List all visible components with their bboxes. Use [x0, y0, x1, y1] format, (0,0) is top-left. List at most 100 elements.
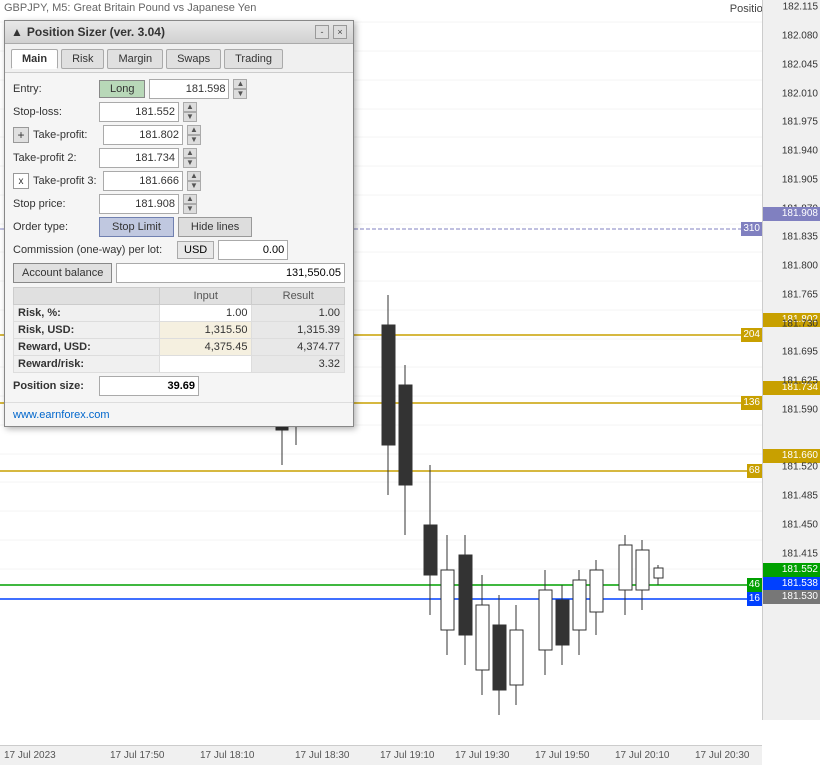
price-label-16: 181.520	[782, 462, 818, 473]
take-profit-up[interactable]: ▲	[187, 125, 201, 135]
tab-margin[interactable]: Margin	[107, 49, 163, 69]
position-sizer-panel: ▲ Position Sizer (ver. 3.04) - × Main Ri…	[4, 20, 354, 427]
price-badge-68: 68	[747, 464, 762, 478]
tab-risk[interactable]: Risk	[61, 49, 104, 69]
account-balance-button[interactable]: Account balance	[13, 263, 112, 283]
price-label-15: 181.590	[782, 405, 818, 416]
take-profit3-down[interactable]: ▼	[187, 181, 201, 191]
time-label-2: 17 Jul 17:50	[110, 750, 165, 761]
entry-down[interactable]: ▼	[233, 89, 247, 99]
take-profit2-up[interactable]: ▲	[183, 148, 197, 158]
reward-risk-input	[159, 356, 252, 373]
take-profit3-input[interactable]	[103, 171, 183, 191]
hide-lines-button[interactable]: Hide lines	[178, 217, 252, 237]
time-label-6: 17 Jul 19:30	[455, 750, 510, 761]
price-label-11: 181.765	[782, 290, 818, 301]
stop-loss-down[interactable]: ▼	[183, 112, 197, 122]
price-label-17: 181.485	[782, 491, 818, 502]
risk-table: Input Result Risk, %: 1.00 1.00 Risk, US…	[13, 287, 345, 373]
take-profit3-stepper: ▲ ▼	[187, 171, 201, 191]
reward-usd-label: Reward, USD:	[14, 339, 160, 356]
price-badge-308: 310	[741, 222, 762, 236]
table-row-risk-pct: Risk, %: 1.00 1.00	[14, 305, 345, 322]
account-balance-input[interactable]	[116, 263, 345, 283]
take-profit-stepper: ▲ ▼	[187, 125, 201, 145]
time-label-4: 17 Jul 18:30	[295, 750, 350, 761]
highlight-181538: 181.538	[763, 577, 820, 591]
position-size-row: Position size:	[13, 376, 345, 396]
close-button[interactable]: ×	[333, 25, 347, 39]
order-type-row: Order type: Stop Limit Hide lines	[13, 217, 345, 237]
take-profit3-label: Take-profit 3:	[33, 175, 99, 187]
time-axis: 17 Jul 2023 17 Jul 17:50 17 Jul 18:10 17…	[0, 745, 762, 765]
entry-up[interactable]: ▲	[233, 79, 247, 89]
stop-limit-button[interactable]: Stop Limit	[99, 217, 174, 237]
table-row-risk-usd: Risk, USD: 1,315.50 1,315.39	[14, 322, 345, 339]
price-badge-46: 46	[747, 578, 762, 592]
highlight-181808: 181.908	[763, 207, 820, 221]
take-profit-row: + Take-profit: ▲ ▼	[13, 125, 345, 145]
panel-footer: www.earnforex.com	[5, 402, 353, 426]
table-header-result: Result	[252, 288, 345, 305]
take-profit-down[interactable]: ▼	[187, 135, 201, 145]
position-size-label: Position size:	[13, 380, 95, 392]
long-button[interactable]: Long	[99, 80, 145, 98]
stop-price-down[interactable]: ▼	[183, 204, 197, 214]
position-size-input[interactable]	[99, 376, 199, 396]
stop-loss-row: Stop-loss: ▲ ▼	[13, 102, 345, 122]
take-profit2-input[interactable]	[99, 148, 179, 168]
take-profit2-stepper: ▲ ▼	[183, 148, 197, 168]
time-label-3: 17 Jul 18:10	[200, 750, 255, 761]
stop-price-input[interactable]	[99, 194, 179, 214]
entry-input[interactable]	[149, 79, 229, 99]
take-profit2-label: Take-profit 2:	[13, 152, 95, 164]
stop-price-row: Stop price: ▲ ▼	[13, 194, 345, 214]
order-type-label: Order type:	[13, 221, 95, 233]
risk-usd-label: Risk, USD:	[14, 322, 160, 339]
take-profit-label: Take-profit:	[33, 129, 99, 141]
price-label-14: 181.625	[782, 376, 818, 387]
take-profit3-row: x Take-profit 3: ▲ ▼	[13, 171, 345, 191]
price-label-3: 182.045	[782, 60, 818, 71]
table-row-reward-risk: Reward/risk: 3.32	[14, 356, 345, 373]
price-badge-204: 204	[741, 328, 762, 342]
earnforex-link[interactable]: www.earnforex.com	[13, 409, 110, 421]
risk-pct-label: Risk, %:	[14, 305, 160, 322]
price-label-1: 182.115	[783, 2, 818, 13]
stop-loss-stepper: ▲ ▼	[183, 102, 197, 122]
price-label-9: 181.835	[782, 232, 818, 243]
price-label-4: 182.010	[782, 89, 818, 100]
table-header-label	[14, 288, 160, 305]
take-profit3-up[interactable]: ▲	[187, 171, 201, 181]
take-profit-input[interactable]	[103, 125, 183, 145]
table-header-input: Input	[159, 288, 252, 305]
entry-row: Entry: Long ▲ ▼	[13, 79, 345, 99]
take-profit2-row: Take-profit 2: ▲ ▼	[13, 148, 345, 168]
price-axis: 182.115 182.080 182.045 182.010 181.975 …	[762, 0, 820, 720]
stop-loss-up[interactable]: ▲	[183, 102, 197, 112]
risk-usd-result: 1,315.39	[252, 322, 345, 339]
tab-swaps[interactable]: Swaps	[166, 49, 221, 69]
take-profit2-down[interactable]: ▼	[183, 158, 197, 168]
tab-trading[interactable]: Trading	[224, 49, 283, 69]
take-profit-add-btn[interactable]: +	[13, 127, 29, 143]
tab-main[interactable]: Main	[11, 49, 58, 69]
chart-title: GBPJPY, M5: Great Britain Pound vs Japan…	[4, 2, 256, 14]
price-label-19: 181.415	[782, 549, 818, 560]
take-profit3-toggle[interactable]: x	[13, 173, 29, 189]
time-label-8: 17 Jul 20:10	[615, 750, 670, 761]
price-badge-16: 16	[747, 592, 762, 606]
price-badge-136: 136	[741, 396, 762, 410]
price-label-7: 181.905	[782, 175, 818, 186]
risk-usd-input: 1,315.50	[159, 322, 252, 339]
risk-pct-input: 1.00	[159, 305, 252, 322]
commission-input[interactable]	[218, 240, 288, 260]
minimize-button[interactable]: -	[315, 25, 329, 39]
stop-price-up[interactable]: ▲	[183, 194, 197, 204]
price-label-18: 181.450	[782, 520, 818, 531]
stop-loss-input[interactable]	[99, 102, 179, 122]
highlight-181552: 181.552	[763, 563, 820, 577]
stop-price-stepper: ▲ ▼	[183, 194, 197, 214]
panel-tabs: Main Risk Margin Swaps Trading	[5, 44, 353, 73]
price-label-2: 182.080	[782, 31, 818, 42]
